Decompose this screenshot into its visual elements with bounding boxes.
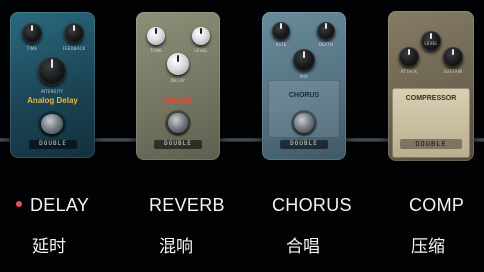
pedal-title: CHORUS xyxy=(288,92,320,99)
tone-knob[interactable] xyxy=(147,27,165,45)
brand-plate: DOUBLE xyxy=(29,140,77,149)
brand-plate: DOUBLE xyxy=(154,140,202,149)
sustain-knob[interactable] xyxy=(443,47,463,67)
footswitch[interactable] xyxy=(41,114,63,134)
pedal-title: COMPRESSOR xyxy=(405,95,457,102)
attack-knob[interactable] xyxy=(399,47,419,67)
selected-indicator-dot xyxy=(16,201,22,207)
depth-knob[interactable] xyxy=(317,22,335,40)
mix-label: MIX xyxy=(300,74,308,79)
level-knob[interactable] xyxy=(192,27,210,45)
rate-knob[interactable] xyxy=(272,22,290,40)
tone-label: TONE xyxy=(150,48,162,53)
tab-chorus-cn: 合唱 xyxy=(286,237,320,257)
intensity-knob[interactable] xyxy=(38,57,66,85)
chorus-pedal[interactable]: RATE DEPTH MIX CHORUS DOUBLE xyxy=(262,12,346,160)
pedal-title: Analog Delay xyxy=(27,96,78,105)
feedback-label: FEEDBACK xyxy=(62,46,86,51)
pedal-title: REVERB xyxy=(163,98,193,105)
sustain-label: SUSTAIN xyxy=(443,69,463,74)
level-label: LEVEL xyxy=(194,48,208,53)
tab-delay-cn: 延时 xyxy=(32,237,66,257)
level-label: LEVEL xyxy=(424,41,438,46)
depth-label: DEPTH xyxy=(318,42,334,47)
tab-comp-cn: 压缩 xyxy=(411,237,445,257)
intensity-label: INTENSITY xyxy=(40,89,64,94)
footswitch[interactable] xyxy=(168,113,188,133)
time-knob[interactable] xyxy=(22,23,42,43)
brand-plate: DOUBLE xyxy=(280,140,328,149)
reverb-pedal[interactable]: TONE LEVEL DECAY REVERB DOUBLE xyxy=(136,12,220,160)
rate-label: RATE xyxy=(275,42,287,47)
decay-knob[interactable] xyxy=(167,53,189,75)
tab-reverb-cn: 混响 xyxy=(159,237,193,257)
comp-pedal[interactable]: LEVEL ATTACK SUSTAIN COMPRESSOR DOUBLE xyxy=(388,11,474,161)
attack-label: ATTACK xyxy=(400,69,418,74)
tab-delay[interactable]: DELAY xyxy=(30,195,89,216)
delay-pedal[interactable]: TIME FEEDBACK INTENSITY Analog Delay DOU… xyxy=(10,12,95,158)
tab-comp[interactable]: COMP xyxy=(409,195,464,216)
time-label: TIME xyxy=(26,46,38,51)
feedback-knob[interactable] xyxy=(64,23,84,43)
tab-reverb[interactable]: REVERB xyxy=(149,195,225,216)
brand-plate: DOUBLE xyxy=(400,139,462,149)
decay-label: DECAY xyxy=(170,78,186,83)
footswitch[interactable] xyxy=(294,113,314,133)
tab-chorus[interactable]: CHORUS xyxy=(272,195,352,216)
mix-knob[interactable] xyxy=(293,49,315,71)
